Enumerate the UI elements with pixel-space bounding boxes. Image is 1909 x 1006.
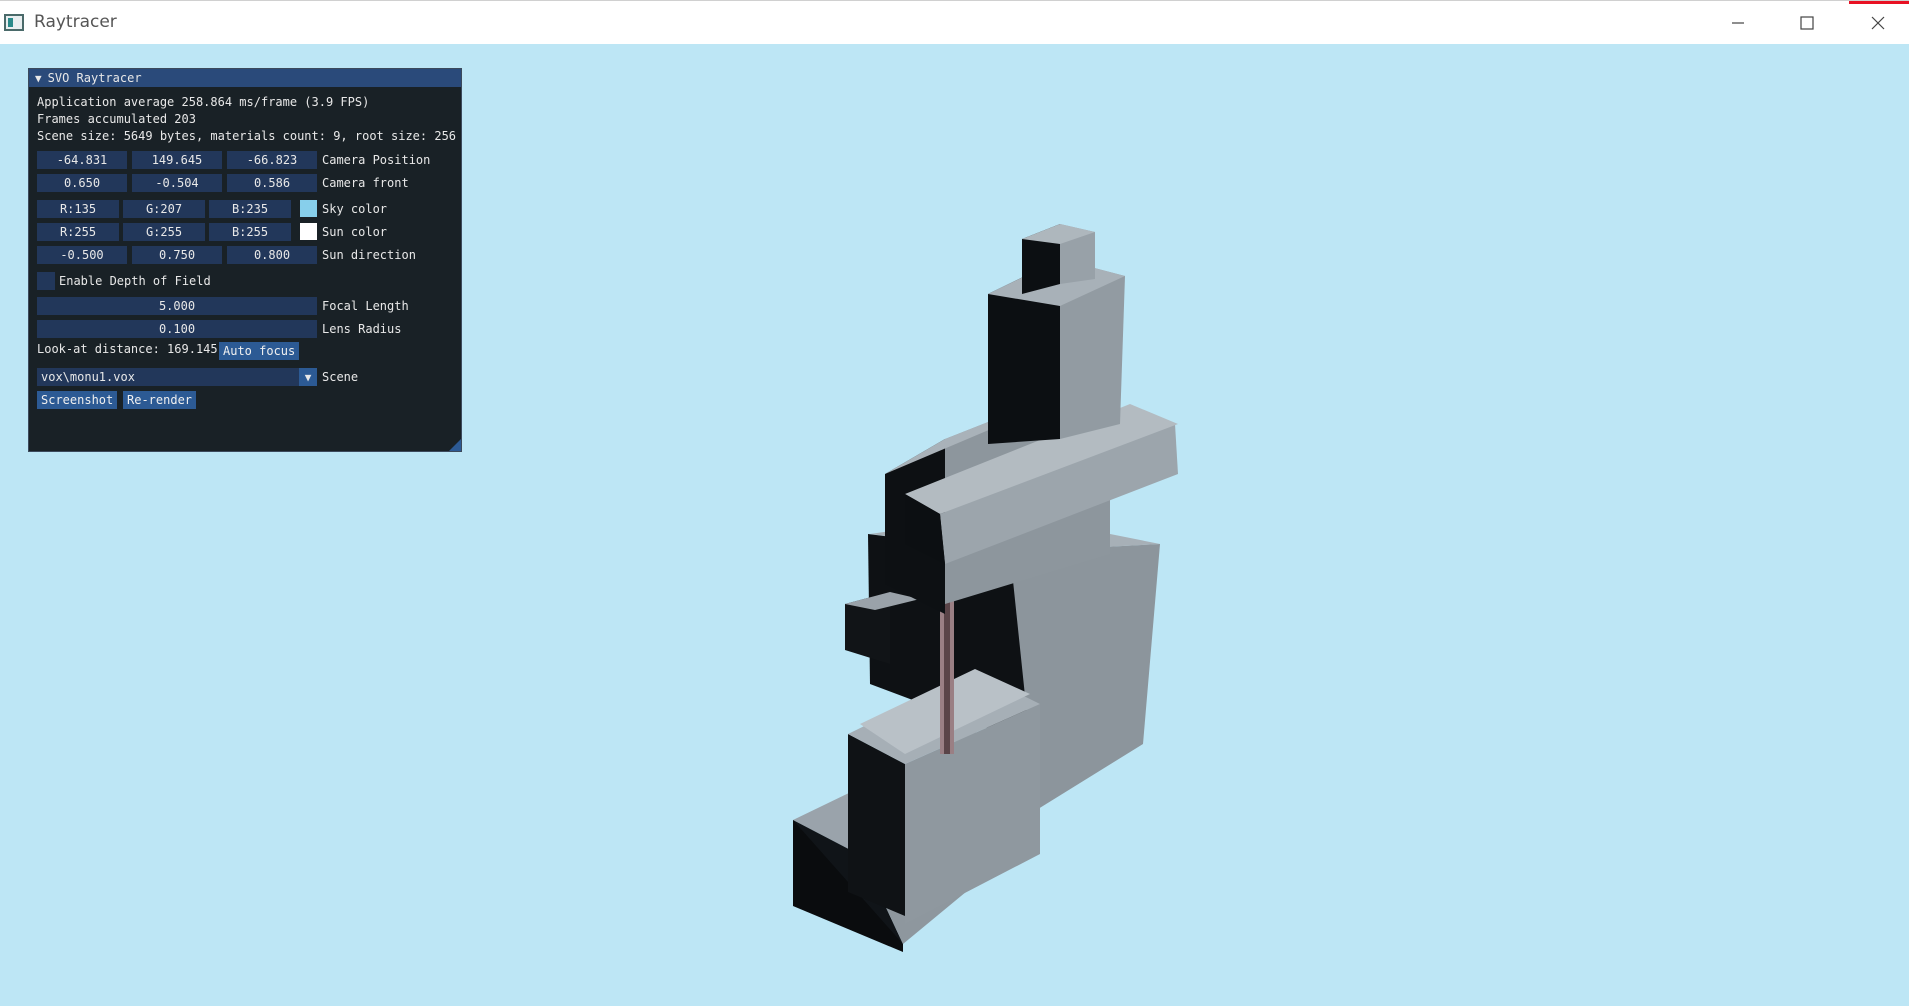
collapse-arrow-icon[interactable]: ▼	[35, 72, 42, 85]
camera-position-z[interactable]: -66.823	[227, 151, 317, 169]
sun-direction-y[interactable]: 0.750	[132, 246, 222, 264]
sun-color-b[interactable]: B:255	[209, 223, 291, 241]
sun-color-r[interactable]: R:255	[37, 223, 119, 241]
stats-frames: Frames accumulated 203	[37, 112, 196, 126]
camera-front-label: Camera front	[322, 176, 409, 190]
stats-scene: Scene size: 5649 bytes, materials count:…	[37, 129, 457, 143]
sun-direction-z[interactable]: 0.800	[227, 246, 317, 264]
minimize-button[interactable]	[1703, 1, 1773, 45]
window-titlebar: Raytracer	[0, 0, 1909, 44]
scene-label: Scene	[322, 370, 359, 384]
camera-position-label: Camera Position	[322, 153, 431, 167]
camera-front-z[interactable]: 0.586	[227, 174, 317, 192]
lower-tower-dark	[848, 734, 905, 916]
dof-checkbox[interactable]	[37, 272, 55, 290]
lookat-distance: Look-at distance: 169.145	[37, 342, 218, 356]
titlebar-accent	[1849, 1, 1909, 4]
stats-fps: Application average 258.864 ms/frame (3.…	[37, 95, 370, 109]
sky-color-g[interactable]: G:207	[123, 200, 205, 218]
svo-raytracer-panel[interactable]: ▼ SVO Raytracer Application average 258.…	[28, 68, 462, 452]
focal-length-label: Focal Length	[322, 299, 409, 313]
sun-color-g[interactable]: G:255	[123, 223, 205, 241]
lens-radius-slider[interactable]: 0.100	[37, 320, 317, 338]
camera-front-x[interactable]: 0.650	[37, 174, 127, 192]
camera-front-y[interactable]: -0.504	[132, 174, 222, 192]
screenshot-button[interactable]: Screenshot	[37, 391, 118, 409]
rerender-button[interactable]: Re-render	[123, 391, 197, 409]
sun-color-swatch[interactable]	[300, 223, 317, 240]
focal-length-slider[interactable]: 5.000	[37, 297, 317, 315]
panel-title: SVO Raytracer	[47, 71, 142, 85]
sky-color-label: Sky color	[322, 202, 388, 216]
minimize-icon	[1732, 22, 1744, 24]
scene-combo[interactable]: vox\monu1.vox	[37, 368, 317, 386]
resize-grip[interactable]	[449, 439, 461, 451]
window-title: Raytracer	[34, 12, 117, 32]
close-button[interactable]	[1843, 1, 1909, 45]
panel-header[interactable]: ▼ SVO Raytracer	[29, 69, 461, 87]
lens-radius-label: Lens Radius	[322, 322, 402, 336]
camera-position-x[interactable]: -64.831	[37, 151, 127, 169]
sky-color-r[interactable]: R:135	[37, 200, 119, 218]
maximize-icon	[1800, 16, 1814, 30]
scene-dropdown-icon[interactable]: ▼	[299, 368, 317, 386]
sky-color-b[interactable]: B:235	[209, 200, 291, 218]
close-icon	[1871, 16, 1885, 30]
dof-label: Enable Depth of Field	[59, 274, 211, 288]
camera-position-y[interactable]: 149.645	[132, 151, 222, 169]
sky-color-swatch[interactable]	[300, 200, 317, 217]
auto-focus-button[interactable]: Auto focus	[219, 342, 300, 360]
app-icon	[4, 14, 24, 31]
maximize-button[interactable]	[1772, 1, 1842, 45]
sun-direction-x[interactable]: -0.500	[37, 246, 127, 264]
sun-direction-label: Sun direction	[322, 248, 416, 262]
sun-color-label: Sun color	[322, 225, 388, 239]
